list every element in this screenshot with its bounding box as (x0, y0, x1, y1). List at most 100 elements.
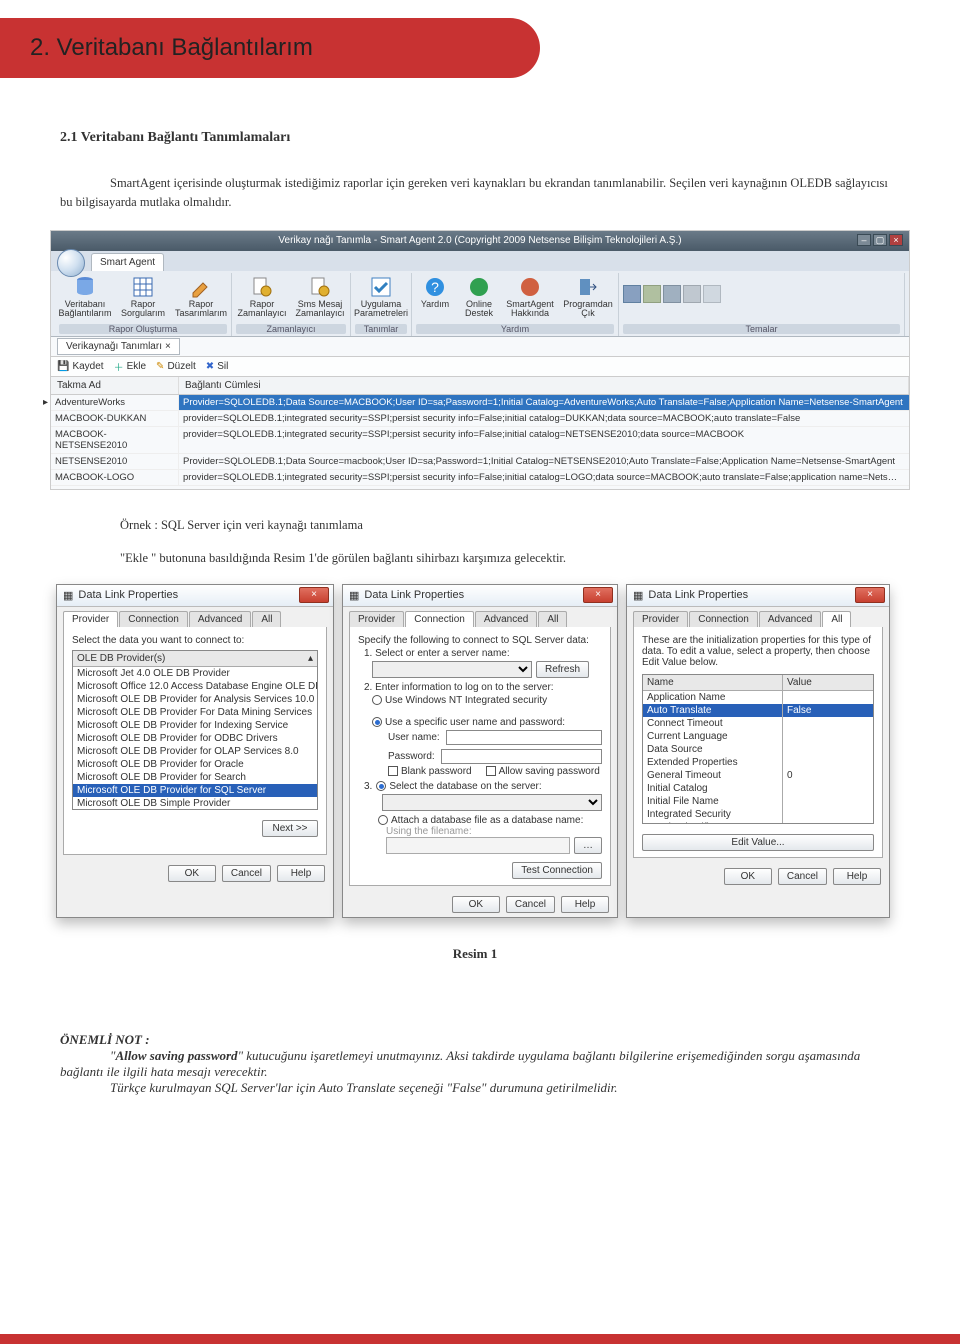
tab-connection[interactable]: Connection (405, 611, 474, 627)
help-button[interactable]: Help (833, 868, 881, 885)
list-item[interactable]: Integrated Security (643, 808, 873, 821)
list-item[interactable]: Microsoft OLE DB Simple Provider (73, 797, 317, 810)
help-button[interactable]: Help (277, 865, 325, 882)
radio-nt-auth[interactable]: Use Windows NT Integrated security (372, 695, 602, 706)
app-title: Verikay nağı Tanımla - Smart Agent 2.0 (… (278, 235, 681, 246)
tab-close-icon[interactable]: × (165, 341, 171, 352)
table-row[interactable]: MACBOOK-LOGOprovider=SQLOLEDB.1;integrat… (51, 470, 909, 486)
list-item[interactable]: Initial Catalog (643, 782, 873, 795)
theme-swatch-icon[interactable] (683, 285, 701, 303)
app-orb-button[interactable] (57, 249, 85, 277)
list-item[interactable]: Extended Properties (643, 756, 873, 769)
username-input[interactable] (446, 730, 602, 745)
table-row[interactable]: ▸AdventureWorksProvider=SQLOLEDB.1;Data … (51, 395, 909, 411)
list-item[interactable]: Auto TranslateFalse (643, 704, 873, 717)
help-button[interactable]: Help (561, 896, 609, 913)
list-item[interactable]: Microsoft OLE DB Provider for SQL Server (73, 784, 317, 797)
cancel-button[interactable]: Cancel (506, 896, 555, 913)
list-item[interactable]: Application Name (643, 691, 873, 704)
tab-connection[interactable]: Connection (689, 611, 758, 627)
cancel-button[interactable]: Cancel (222, 865, 271, 882)
ok-button[interactable]: OK (724, 868, 772, 885)
table-row[interactable]: MACBOOK-NETSENSE2010provider=SQLOLEDB.1;… (51, 427, 909, 454)
cancel-button[interactable]: Cancel (778, 868, 827, 885)
tab-provider[interactable]: Provider (633, 611, 688, 627)
maximize-icon[interactable]: ▢ (873, 234, 887, 246)
ribbon-btn-online[interactable]: Online Destek (460, 275, 498, 319)
list-item[interactable]: Initial File Name (643, 795, 873, 808)
ribbon-tab-smartagent[interactable]: Smart Agent (91, 253, 164, 271)
tab-provider[interactable]: Provider (349, 611, 404, 627)
col-conn[interactable]: Bağlantı Cümlesi (179, 377, 909, 394)
refresh-button[interactable]: Refresh (536, 661, 589, 678)
ribbon-btn-rsched[interactable]: Rapor Zamanlayıcı (236, 275, 288, 319)
add-button[interactable]: ＋Ekle (114, 359, 146, 374)
list-item[interactable]: Microsoft OLE DB Provider for ODBC Drive… (73, 732, 317, 745)
tab-connection[interactable]: Connection (119, 611, 188, 627)
list-item[interactable]: Microsoft OLE DB Provider for Oracle (73, 758, 317, 771)
dialog-title: Data Link Properties (364, 589, 464, 601)
theme-swatch-icon[interactable] (623, 285, 641, 303)
tab-advanced[interactable]: Advanced (475, 611, 537, 627)
tab-provider[interactable]: Provider (63, 611, 118, 627)
theme-swatch-icon[interactable] (663, 285, 681, 303)
scroll-up-icon[interactable]: ▴ (308, 653, 313, 664)
ribbon-btn-designs[interactable]: Rapor Tasarımlarım (175, 275, 227, 319)
minimize-icon[interactable]: – (857, 234, 871, 246)
list-item[interactable]: Microsoft OLE DB Provider for Indexing S… (73, 719, 317, 732)
ribbon-btn-about[interactable]: SmartAgent Hakkında (504, 275, 556, 319)
properties-listbox[interactable]: NameValue Application NameAuto Translate… (642, 674, 874, 824)
tab-all[interactable]: All (538, 611, 567, 627)
close-icon[interactable]: × (583, 587, 613, 603)
radio-userpw-auth[interactable]: Use a specific user name and password: (372, 717, 602, 728)
allow-saving-password-checkbox[interactable]: Allow saving password (486, 766, 600, 777)
close-icon[interactable]: × (299, 587, 329, 603)
theme-swatch-icon[interactable] (643, 285, 661, 303)
list-item[interactable]: Microsoft OLE DB Provider for Analysis S… (73, 693, 317, 706)
doc-tab-datasource[interactable]: Verikaynağı Tanımları× (57, 338, 180, 355)
list-item[interactable]: Microsoft OLE DB Provider For Data Minin… (73, 706, 317, 719)
list-item[interactable]: Data Source (643, 743, 873, 756)
list-item[interactable]: Current Language (643, 730, 873, 743)
tab-all[interactable]: All (822, 611, 851, 627)
list-item[interactable]: Locale Identifier1055 (643, 821, 873, 824)
list-item[interactable]: Microsoft Office 12.0 Access Database En… (73, 680, 317, 693)
list-item[interactable]: Connect Timeout (643, 717, 873, 730)
tab-all[interactable]: All (252, 611, 281, 627)
test-connection-button[interactable]: Test Connection (512, 862, 602, 879)
ribbon-btn-queries[interactable]: Rapor Sorgularım (117, 275, 169, 319)
ribbon-btn-help[interactable]: ?Yardım (416, 275, 454, 319)
list-item[interactable]: Microsoft OLE DB Provider for OLAP Servi… (73, 745, 317, 758)
tab-advanced[interactable]: Advanced (759, 611, 821, 627)
server-name-select[interactable] (372, 661, 532, 678)
table-row[interactable]: NETSENSE2010Provider=SQLOLEDB.1;Data Sou… (51, 454, 909, 470)
ribbon-btn-params[interactable]: Uygulama Parametreleri (355, 275, 407, 319)
save-button[interactable]: 💾Kaydet (57, 361, 104, 372)
radio-attach-db[interactable]: Attach a database file as a database nam… (378, 815, 602, 826)
table-row[interactable]: MACBOOK-DUKKANprovider=SQLOLEDB.1;integr… (51, 411, 909, 427)
ok-button[interactable]: OK (168, 865, 216, 882)
ribbon-btn-exit[interactable]: Programdan Çık (562, 275, 614, 319)
col-alias[interactable]: Takma Ad (51, 377, 179, 394)
database-select[interactable] (382, 794, 602, 811)
theme-swatch-icon[interactable] (703, 285, 721, 303)
next-button[interactable]: Next >> (262, 820, 318, 837)
browse-button[interactable]: … (574, 837, 602, 854)
blank-password-checkbox[interactable]: Blank password (388, 766, 472, 777)
ribbon-group-3: Tanımlar (355, 324, 407, 334)
radio-select-db[interactable]: Select the database on the server: (376, 781, 541, 792)
provider-listbox[interactable]: OLE DB Provider(s)▴ Microsoft Jet 4.0 OL… (72, 650, 318, 810)
list-item[interactable]: Microsoft OLE DB Provider for Search (73, 771, 317, 784)
ribbon-btn-smssched[interactable]: Sms Mesaj Zamanlayıcı (294, 275, 346, 319)
ribbon-btn-dbconn[interactable]: Veritabanı Bağlantılarım (59, 275, 111, 319)
delete-button[interactable]: ✖Sil (206, 361, 229, 372)
tab-advanced[interactable]: Advanced (189, 611, 251, 627)
close-icon[interactable]: × (889, 234, 903, 246)
list-item[interactable]: Microsoft Jet 4.0 OLE DB Provider (73, 667, 317, 680)
list-item[interactable]: General Timeout0 (643, 769, 873, 782)
edit-button[interactable]: ✎Düzelt (156, 361, 196, 372)
password-input[interactable] (441, 749, 602, 764)
close-icon[interactable]: × (855, 587, 885, 603)
ok-button[interactable]: OK (452, 896, 500, 913)
edit-value-button[interactable]: Edit Value... (642, 834, 874, 851)
